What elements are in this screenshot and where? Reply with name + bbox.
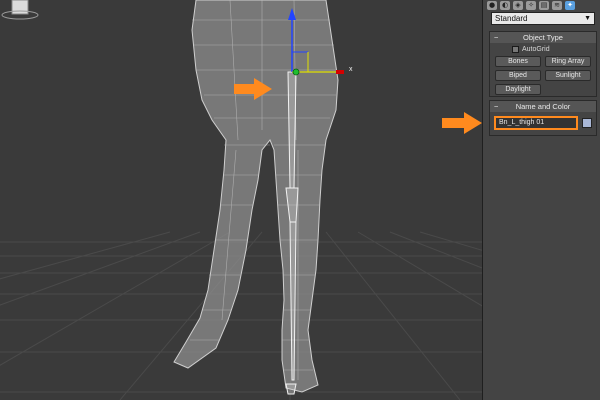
object-type-rollout: − Object Type AutoGrid Bones Ring Array … — [489, 31, 597, 97]
chevron-down-icon: ▼ — [584, 15, 591, 22]
command-panel: ● ◐ ◈ ✧ ▤ ≋ ✦ Standard ▼ − Object Type A… — [482, 0, 600, 400]
name-row: Bn_L_thigh 01 — [490, 112, 596, 136]
name-and-color-rollout: − Name and Color Bn_L_thigh 01 — [489, 100, 597, 136]
checkbox-icon — [512, 46, 519, 53]
gizmo-x-label: x — [349, 66, 353, 73]
name-and-color-header[interactable]: − Name and Color — [490, 101, 596, 112]
helpers-tab-icon[interactable]: ▤ — [539, 0, 549, 10]
collapse-icon: − — [494, 102, 499, 111]
highlight-arrow-bone — [234, 78, 272, 100]
bones-button[interactable]: Bones — [495, 56, 541, 67]
spacewarps-tab-icon[interactable]: ≋ — [552, 0, 562, 10]
highlight-arrow-name-field — [442, 112, 482, 134]
biped-button[interactable]: Biped — [495, 70, 541, 81]
perspective-viewport[interactable]: x — [0, 0, 482, 400]
character-mesh — [173, 0, 339, 393]
object-name-input[interactable]: Bn_L_thigh 01 — [494, 116, 578, 130]
viewcube[interactable] — [0, 0, 40, 20]
name-and-color-title: Name and Color — [515, 102, 571, 111]
command-panel-tabs: ● ◐ ◈ ✧ ▤ ≋ ✦ — [487, 0, 599, 10]
object-type-header[interactable]: − Object Type — [490, 32, 596, 43]
app-window: x ● ◐ ◈ ✧ ▤ ≋ ✦ Standard ▼ − Object Type… — [0, 0, 600, 400]
cameras-tab-icon[interactable]: ✧ — [526, 0, 536, 10]
daylight-button[interactable]: Daylight — [495, 84, 541, 95]
autogrid-checkbox[interactable]: AutoGrid — [512, 46, 550, 53]
collapse-icon: − — [494, 33, 499, 42]
scene-render: x — [0, 0, 482, 400]
shapes-tab-icon[interactable]: ◐ — [500, 0, 510, 10]
autogrid-label: AutoGrid — [522, 46, 550, 53]
ring-array-button[interactable]: Ring Array — [545, 56, 591, 67]
lights-tab-icon[interactable]: ◈ — [513, 0, 523, 10]
systems-tab-icon[interactable]: ✦ — [565, 0, 575, 10]
sunlight-button[interactable]: Sunlight — [545, 70, 591, 81]
object-type-title: Object Type — [523, 33, 563, 42]
geometry-tab-icon[interactable]: ● — [487, 0, 497, 10]
category-dropdown-value: Standard — [495, 14, 528, 23]
category-dropdown[interactable]: Standard ▼ — [491, 12, 595, 25]
object-color-swatch[interactable] — [582, 118, 592, 128]
